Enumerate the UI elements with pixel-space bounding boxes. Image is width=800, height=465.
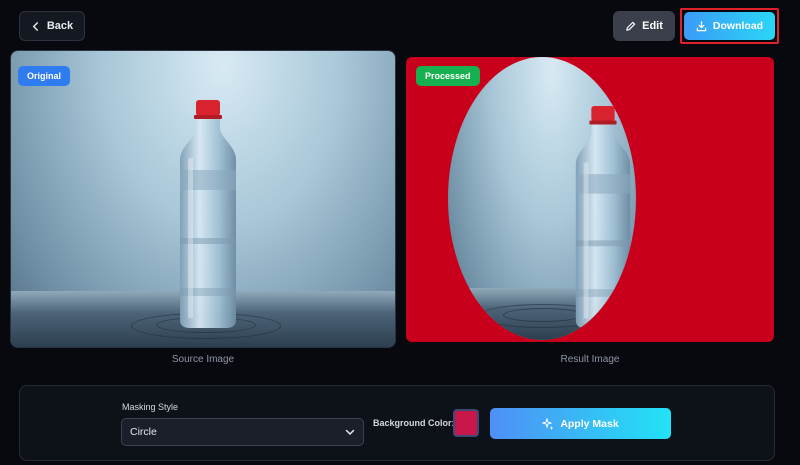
pencil-icon <box>626 21 636 31</box>
original-scene <box>11 51 395 347</box>
result-scene <box>448 57 636 340</box>
bottle-image <box>180 100 236 328</box>
source-image-caption: Source Image <box>171 354 235 365</box>
edit-label: Edit <box>642 20 663 32</box>
bottle-image <box>575 105 631 329</box>
circle-mask <box>448 57 636 340</box>
sparkle-icon <box>542 417 554 430</box>
masking-style-label: Masking Style <box>122 402 179 412</box>
apply-mask-label: Apply Mask <box>560 417 619 430</box>
background-color-label: Background Color: <box>373 418 455 428</box>
chevron-down-icon <box>345 429 355 436</box>
apply-mask-button[interactable]: Apply Mask <box>490 408 671 439</box>
masking-style-value: Circle <box>130 426 157 438</box>
chevron-left-icon <box>32 21 38 31</box>
original-image <box>10 50 396 348</box>
back-label: Back <box>46 20 74 32</box>
processed-badge: Processed <box>416 66 480 86</box>
result-image-caption: Result Image <box>560 354 620 365</box>
download-label: Download <box>712 20 764 32</box>
back-button[interactable]: Back <box>19 11 85 41</box>
original-badge: Original <box>18 66 71 86</box>
result-image <box>406 57 774 342</box>
download-icon <box>696 20 707 31</box>
edit-button[interactable]: Edit <box>613 11 675 41</box>
masking-style-select[interactable]: Circle <box>121 418 364 446</box>
background-color-picker[interactable] <box>453 409 479 437</box>
download-button[interactable]: Download <box>684 12 775 40</box>
